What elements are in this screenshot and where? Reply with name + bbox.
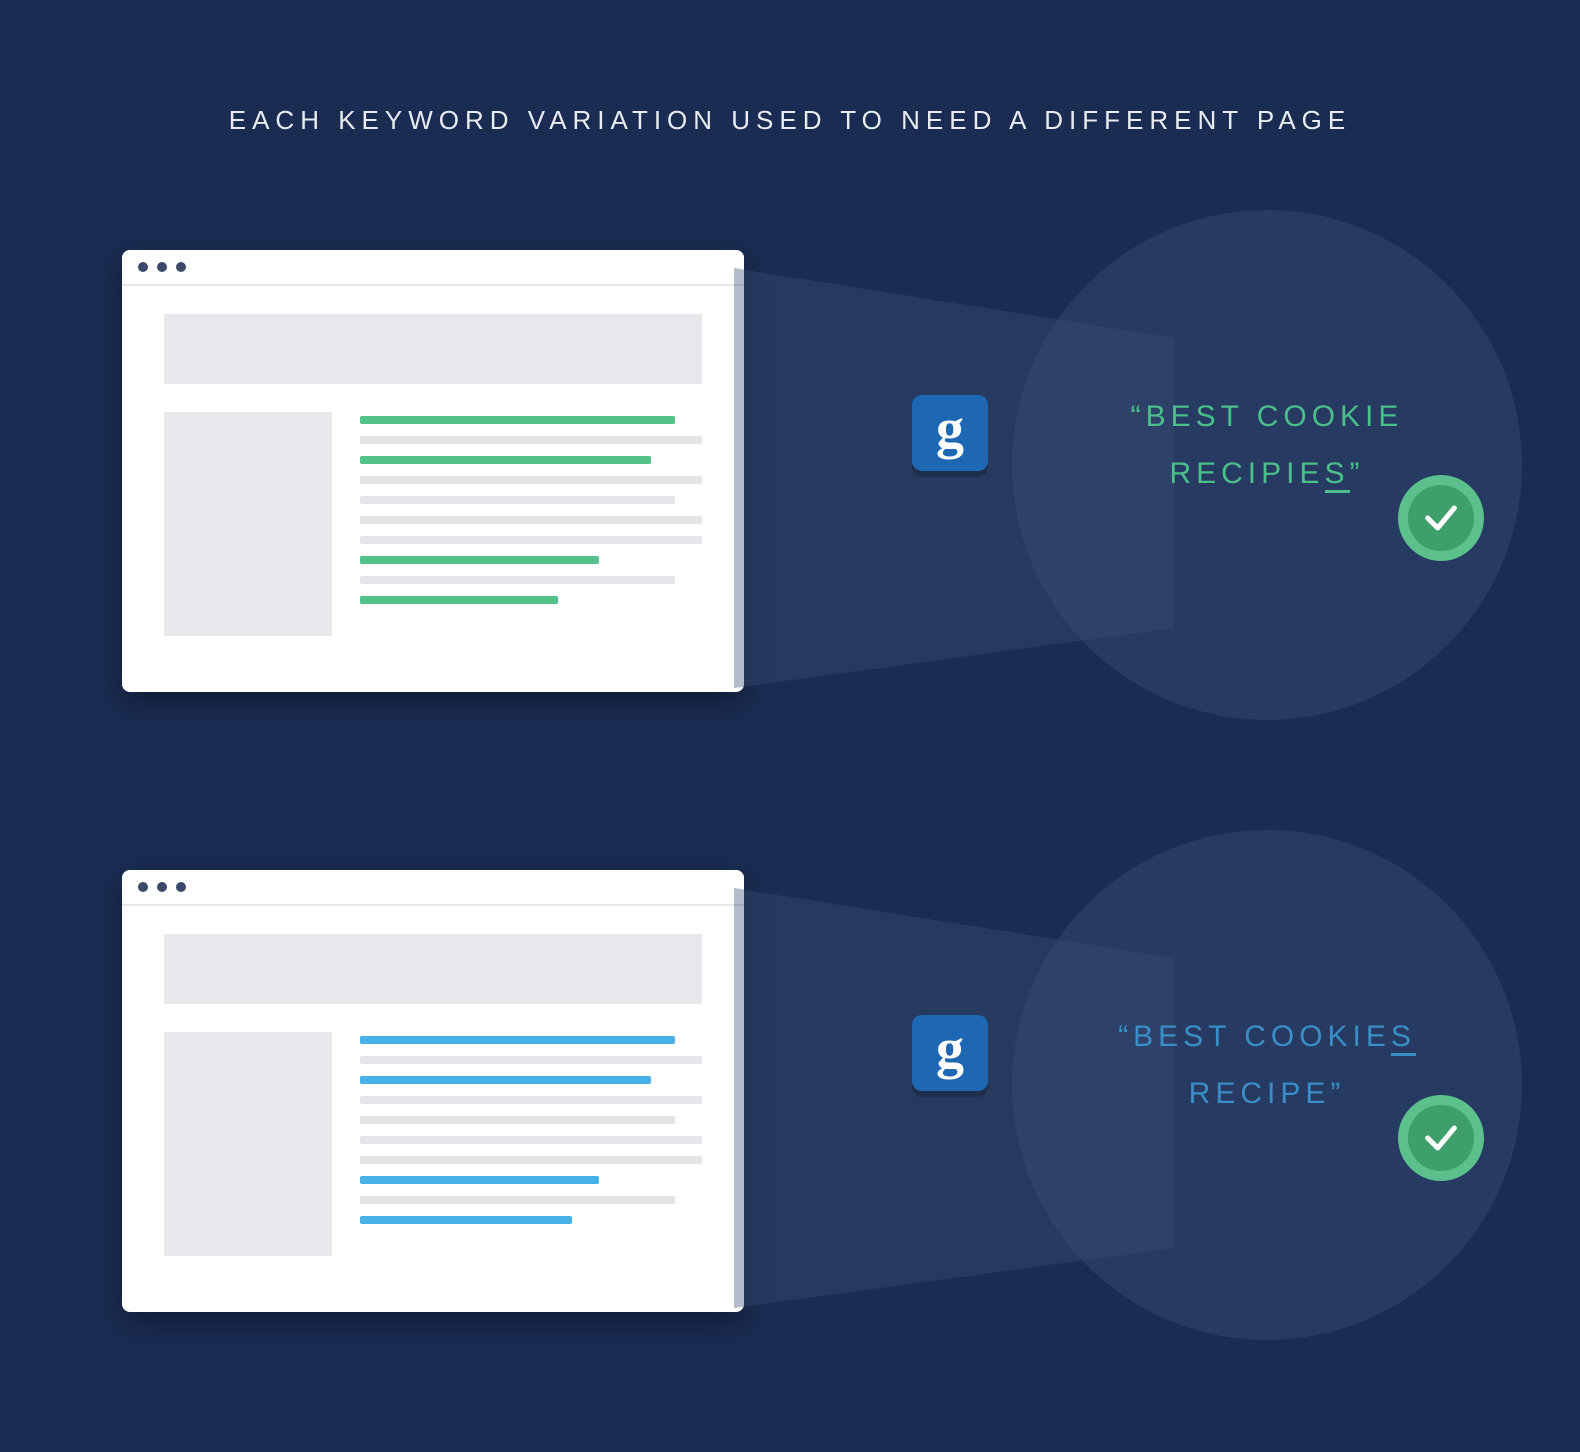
page-header-block [164,314,702,384]
text-line-highlight [360,1176,599,1184]
text-line-highlight [360,1076,651,1084]
page-image-block [164,1032,332,1256]
text-line [360,436,702,444]
window-dot [157,882,167,892]
text-line [360,1056,702,1064]
browser-titlebar [122,250,744,286]
keyword-fragment: ” [1350,457,1365,490]
text-line [360,1096,702,1104]
text-line-highlight [360,1036,675,1044]
text-line [360,476,702,484]
page-image-block [164,412,332,636]
check-icon [1398,1095,1484,1181]
browser-mock-2 [122,870,744,1312]
keyword-line-2: RECIPE” [1118,1065,1416,1122]
text-line [360,1116,675,1124]
keyword-line-2: RECIPIES” [1131,445,1404,502]
keyword-line-1: “BEST COOKIES [1118,1008,1416,1065]
text-line [360,1196,675,1204]
keyword-bubble-1: “BEST COOKIE RECIPIES” [1012,210,1522,720]
page-body [122,906,744,1256]
text-line [360,1136,702,1144]
window-dot [138,882,148,892]
example-row-2: “BEST COOKIES RECIPE” g [122,870,1482,1320]
example-row-1: “BEST COOKIE RECIPIES” g [122,250,1482,700]
page-text-lines [360,412,702,636]
browser-mock-1 [122,250,744,692]
browser-titlebar [122,870,744,906]
keyword-underline: S [1325,459,1350,493]
window-dot [157,262,167,272]
text-line [360,536,702,544]
keyword-bubble-2: “BEST COOKIES RECIPE” [1012,830,1522,1340]
text-line [360,576,675,584]
page-body [122,286,744,636]
keyword-text: “BEST COOKIE RECIPIES” [1131,388,1404,502]
keyword-text: “BEST COOKIES RECIPE” [1118,1008,1416,1122]
text-line-highlight [360,416,675,424]
text-line [360,516,702,524]
text-line [360,1156,702,1164]
diagram-title: EACH KEYWORD VARIATION USED TO NEED A DI… [0,0,1580,136]
keyword-fragment: RECIPIE [1169,457,1324,490]
window-dot [176,882,186,892]
window-dot [176,262,186,272]
google-g-icon: g [912,1015,988,1091]
keyword-underline: S [1391,1022,1416,1056]
page-text-lines [360,1032,702,1256]
text-line-highlight [360,556,599,564]
text-line-highlight [360,596,558,604]
text-line-highlight [360,1216,572,1224]
keyword-line-1: “BEST COOKIE [1131,388,1404,445]
window-dot [138,262,148,272]
page-content [164,412,702,636]
page-content [164,1032,702,1256]
keyword-fragment: “BEST COOKIE [1118,1020,1391,1053]
page-header-block [164,934,702,1004]
google-g-icon: g [912,395,988,471]
text-line-highlight [360,456,651,464]
text-line [360,496,675,504]
check-icon [1398,475,1484,561]
